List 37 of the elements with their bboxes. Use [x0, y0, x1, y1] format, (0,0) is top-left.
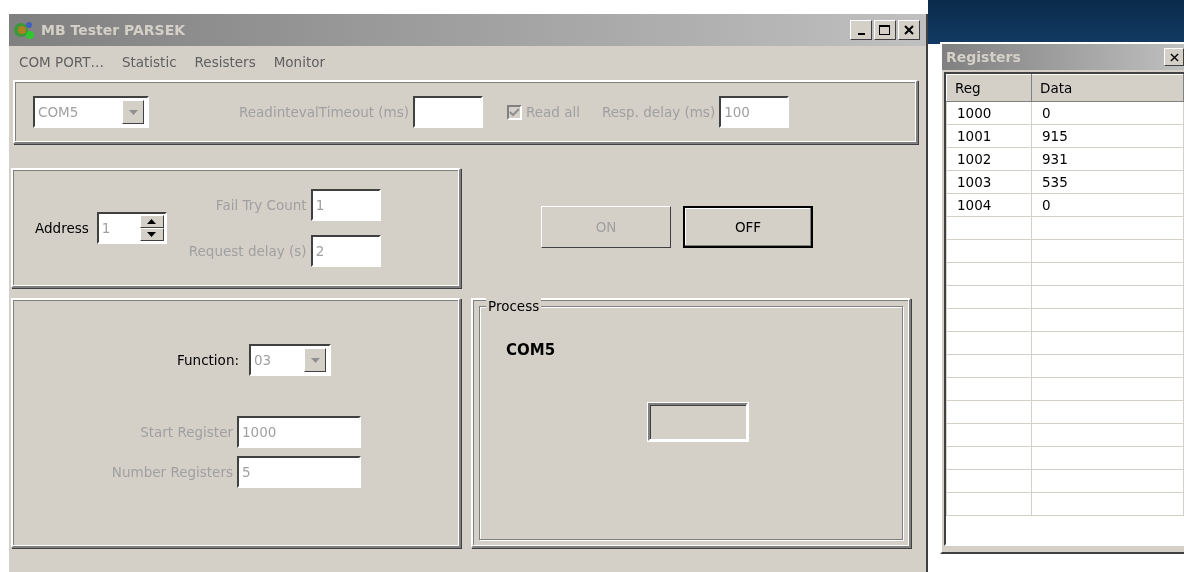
dropdown-arrow-icon [310, 357, 320, 363]
field-label: Address [35, 220, 89, 236]
table-cell: 1001 [946, 124, 1032, 148]
menu-item[interactable]: Resisters [194, 54, 256, 70]
table-cell: 915 [1031, 124, 1184, 148]
maximize-icon [879, 24, 891, 36]
minimize-button[interactable] [850, 20, 872, 40]
table-cell: 0 [1031, 101, 1184, 125]
up-arrow-icon [147, 219, 157, 224]
checkmark-icon [509, 107, 520, 117]
menu-item[interactable]: COM PORT… [19, 54, 104, 70]
table-cell: 0 [1031, 193, 1184, 217]
table-cell: 1003 [946, 170, 1032, 194]
off-button[interactable]: OFF [683, 206, 813, 248]
table-cell: 1000 [946, 101, 1032, 125]
port-name: COM5 [506, 341, 556, 359]
dropdown-arrow-icon [128, 109, 138, 115]
table-cell: 535 [1031, 170, 1184, 194]
table-cell: 1002 [946, 147, 1032, 171]
window-title: Registers [946, 49, 1022, 65]
close-button[interactable] [898, 20, 920, 40]
column-header[interactable]: Data [1031, 74, 1184, 102]
down-arrow-icon [147, 232, 157, 237]
field-label: Function: [177, 352, 239, 368]
close-button[interactable] [1164, 48, 1184, 66]
close-icon [904, 25, 914, 35]
minimize-icon [857, 33, 865, 35]
window-title: MB Tester PARSEK [41, 22, 187, 38]
table-cell: 1004 [946, 193, 1032, 217]
group-title: Process [486, 298, 542, 314]
maximize-button[interactable] [874, 20, 896, 40]
table-cell: 931 [1031, 147, 1184, 171]
menu-item[interactable]: Statistic [121, 54, 177, 70]
menu-item[interactable]: Monitor [273, 54, 325, 70]
app-icon [13, 20, 37, 40]
column-header[interactable]: Reg [946, 74, 1032, 102]
close-icon [1169, 52, 1179, 62]
